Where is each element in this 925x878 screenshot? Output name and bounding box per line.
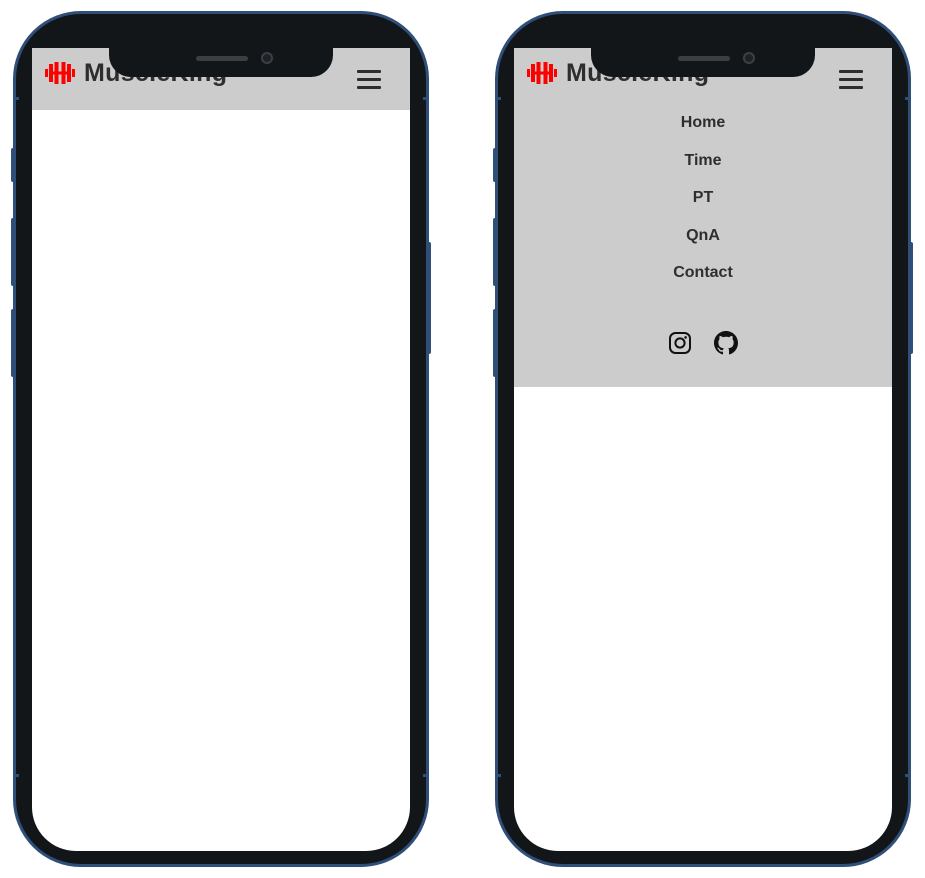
volume-up-button bbox=[11, 218, 15, 286]
nav-item-contact[interactable]: Contact bbox=[514, 261, 892, 299]
antenna-band bbox=[423, 774, 429, 777]
hamburger-icon[interactable] bbox=[839, 70, 863, 90]
github-link[interactable] bbox=[714, 331, 738, 355]
phone-frame-menu-open: MuscleKing Home Time PT QnA Contact bbox=[493, 11, 913, 867]
nav-item-time[interactable]: Time bbox=[514, 149, 892, 187]
antenna-band bbox=[13, 97, 19, 100]
volume-down-button bbox=[11, 309, 15, 377]
antenna-band bbox=[423, 97, 429, 100]
navbar: MuscleKing Home Time PT QnA Contact bbox=[514, 48, 892, 387]
screen: MuscleKing Home Time PT QnA Contact bbox=[514, 48, 892, 851]
instagram-link[interactable] bbox=[668, 331, 692, 355]
front-camera bbox=[261, 52, 273, 64]
power-button bbox=[909, 242, 913, 354]
antenna-band bbox=[578, 864, 588, 867]
hamburger-icon[interactable] bbox=[357, 70, 381, 90]
notch bbox=[591, 48, 815, 77]
github-icon bbox=[714, 331, 738, 355]
hamburger-bar bbox=[357, 70, 381, 73]
power-button bbox=[427, 242, 431, 354]
dumbbell-icon bbox=[527, 62, 557, 84]
hamburger-bar bbox=[839, 86, 863, 89]
front-camera bbox=[743, 52, 755, 64]
antenna-band bbox=[495, 97, 501, 100]
antenna-band bbox=[495, 774, 501, 777]
volume-down-button bbox=[493, 309, 497, 377]
antenna-band bbox=[823, 11, 833, 14]
hamburger-bar bbox=[357, 86, 381, 89]
hamburger-bar bbox=[357, 78, 381, 81]
nav-item-qna[interactable]: QnA bbox=[514, 224, 892, 262]
nav-item-pt[interactable]: PT bbox=[514, 186, 892, 224]
speaker-grille bbox=[196, 56, 248, 61]
mute-switch bbox=[493, 148, 497, 182]
social-links bbox=[514, 331, 892, 355]
antenna-band bbox=[905, 774, 911, 777]
antenna-band bbox=[96, 864, 106, 867]
phone-frame-menu-closed: MuscleKing bbox=[11, 11, 431, 867]
instagram-icon bbox=[669, 332, 691, 354]
antenna-band bbox=[13, 774, 19, 777]
speaker-grille bbox=[678, 56, 730, 61]
nav-menu: Home Time PT QnA Contact bbox=[514, 111, 892, 299]
dumbbell-icon bbox=[45, 62, 75, 84]
hamburger-bar bbox=[839, 70, 863, 73]
nav-item-home[interactable]: Home bbox=[514, 111, 892, 149]
antenna-band bbox=[905, 97, 911, 100]
hamburger-bar bbox=[839, 78, 863, 81]
screen: MuscleKing bbox=[32, 48, 410, 851]
notch bbox=[109, 48, 333, 77]
antenna-band bbox=[341, 11, 351, 14]
volume-up-button bbox=[493, 218, 497, 286]
mute-switch bbox=[11, 148, 15, 182]
